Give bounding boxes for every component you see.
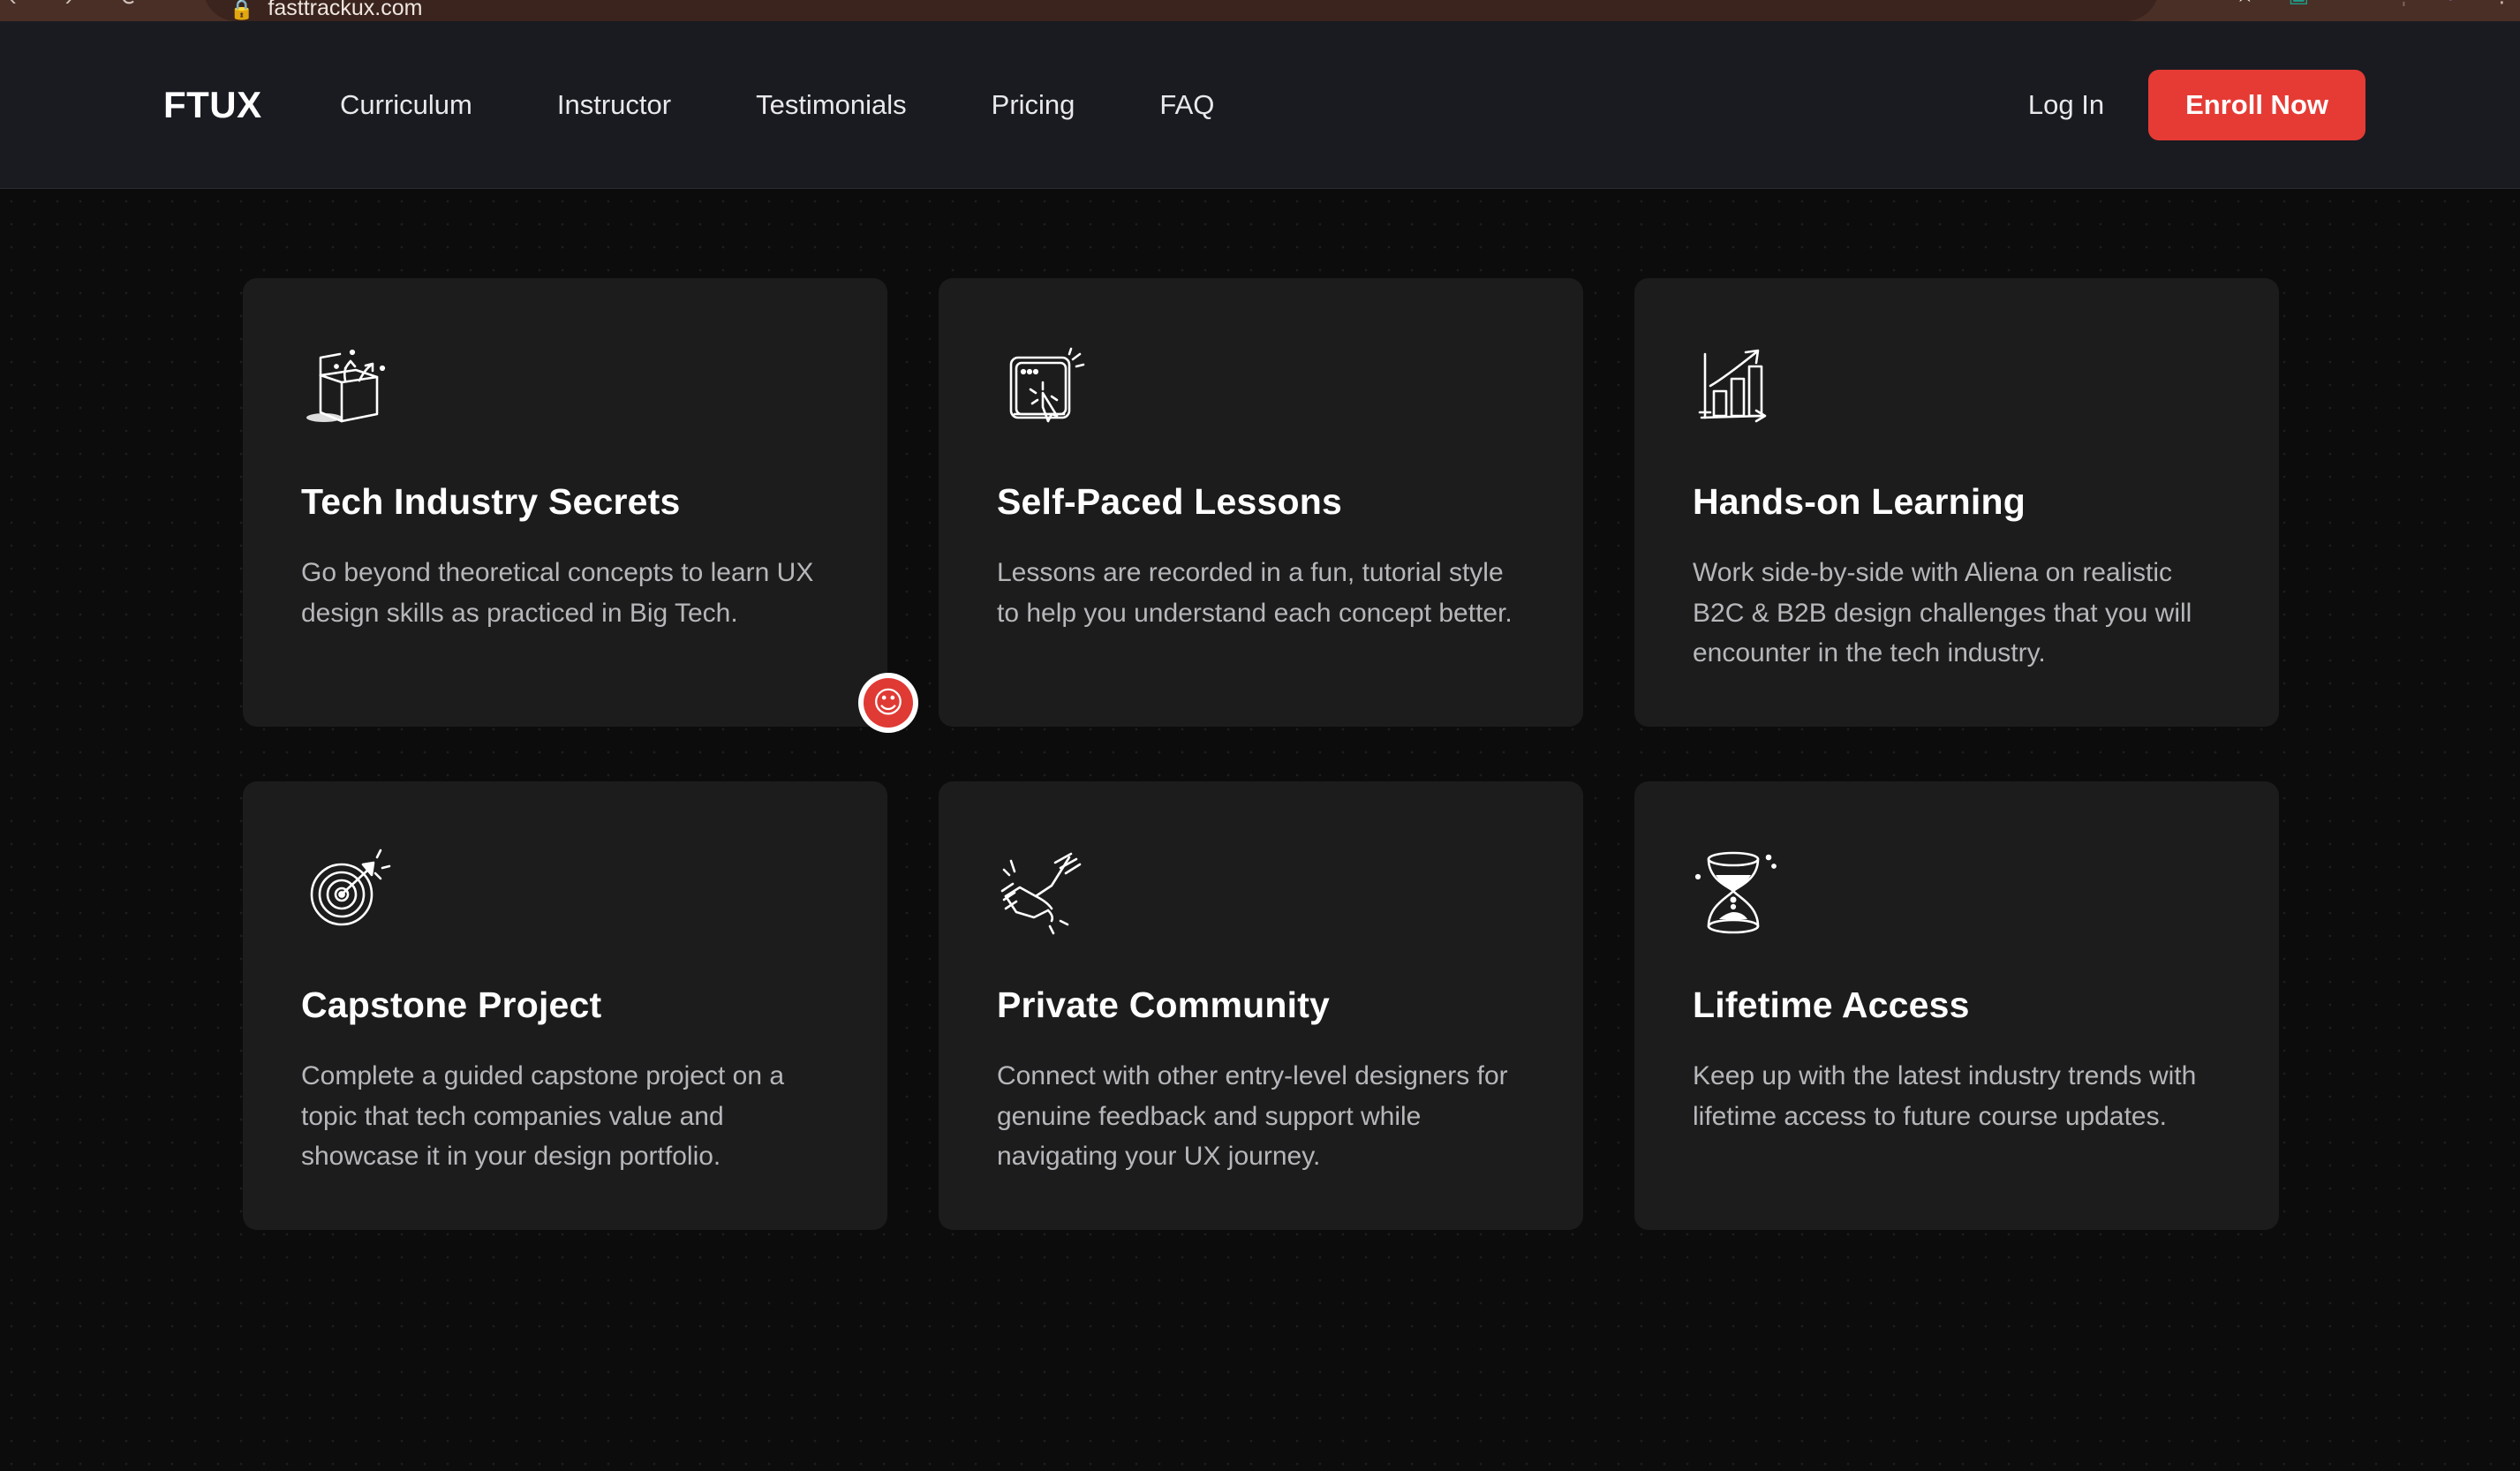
- address-bar-url: fasttrackux.com: [268, 0, 423, 20]
- feature-card-title: Private Community: [997, 984, 1331, 1025]
- profile-avatar-icon[interactable]: ●: [2444, 0, 2457, 6]
- feature-card-description: Connect with other entry-level designers…: [997, 1061, 1508, 1172]
- feature-card-description: Work side-by-side with Aliena on realist…: [1693, 558, 2192, 668]
- bookmark-star-icon[interactable]: ★: [2235, 0, 2254, 6]
- feature-card-private-community[interactable]: Private Community Connect with other ent…: [939, 781, 1583, 1230]
- nav-link-faq[interactable]: FAQ: [1159, 77, 1214, 133]
- open-box-sparkle-icon: [301, 342, 829, 437]
- navbar-actions: Log In Enroll Now: [2028, 69, 2365, 140]
- browser-nav-controls: ‹ › ⟳: [9, 0, 140, 9]
- reload-icon[interactable]: ⟳: [121, 0, 140, 9]
- toolbar-divider: ┊: [2397, 0, 2411, 6]
- feature-card-description: Lessons are recorded in a fun, tutorial …: [997, 558, 1513, 628]
- feature-card-hands-on-learning[interactable]: Hands-on Learning Work side-by-side with…: [1634, 278, 2279, 727]
- lock-icon: 🔒: [230, 0, 254, 20]
- feature-card-title: Capstone Project: [301, 984, 602, 1025]
- features-section: Tech Industry Secrets Go beyond theoreti…: [0, 190, 2520, 1471]
- target-dart-icon: [301, 845, 829, 940]
- features-grid: Tech Industry Secrets Go beyond theoreti…: [243, 278, 2279, 1230]
- enroll-now-button[interactable]: Enroll Now: [2148, 69, 2365, 140]
- forward-icon[interactable]: ›: [65, 0, 73, 9]
- feature-card-title: Hands-on Learning: [1693, 481, 2026, 522]
- feature-card-title: Self-Paced Lessons: [997, 481, 1342, 522]
- nav-link-instructor[interactable]: Instructor: [557, 77, 671, 133]
- browser-chrome: ‹ › ⟳ 🔒 fasttrackux.com ✕ ★ ▣ ▭ ┊ ● ⋮: [0, 0, 2520, 21]
- feature-card-description: Keep up with the latest industry trends …: [1693, 1061, 2197, 1131]
- handshake-icon: [997, 845, 1525, 940]
- site-navbar: FTUX Curriculum Instructor Testimonials …: [0, 21, 2520, 189]
- feature-card-title: Lifetime Access: [1693, 984, 1970, 1025]
- main-navigation: Curriculum Instructor Testimonials Prici…: [340, 77, 1299, 133]
- hourglass-icon: [1693, 845, 2221, 940]
- extension-pink-icon[interactable]: ▭: [2343, 0, 2364, 6]
- nav-link-pricing[interactable]: Pricing: [992, 77, 1075, 133]
- feature-card-title: Tech Industry Secrets: [301, 481, 681, 522]
- browser-menu-icon[interactable]: ⋮: [2491, 0, 2513, 6]
- feature-card-description: Complete a guided capstone project on a …: [301, 1061, 785, 1172]
- bar-chart-growth-icon: [1693, 342, 2221, 437]
- login-link[interactable]: Log In: [2028, 89, 2104, 121]
- nav-link-testimonials[interactable]: Testimonials: [756, 77, 907, 133]
- feature-card-description: Go beyond theoretical concepts to learn …: [301, 558, 814, 628]
- brand-logo[interactable]: FTUX: [163, 84, 262, 126]
- nav-link-curriculum[interactable]: Curriculum: [340, 77, 472, 133]
- address-bar[interactable]: 🔒 fasttrackux.com: [203, 0, 2159, 21]
- feature-card-self-paced-lessons[interactable]: Self-Paced Lessons Lessons are recorded …: [939, 278, 1583, 727]
- browser-toolbar-icons: ★ ▣ ▭ ┊ ● ⋮: [2235, 0, 2513, 6]
- browser-window-cursor-icon: [997, 342, 1525, 437]
- feature-card-capstone-project[interactable]: Capstone Project Complete a guided capst…: [243, 781, 887, 1230]
- back-icon[interactable]: ‹: [9, 0, 17, 9]
- feature-card-lifetime-access[interactable]: Lifetime Access Keep up with the latest …: [1634, 781, 2279, 1230]
- feature-card-tech-industry-secrets[interactable]: Tech Industry Secrets Go beyond theoreti…: [243, 278, 887, 727]
- extension-green-icon[interactable]: ▣: [2289, 0, 2310, 6]
